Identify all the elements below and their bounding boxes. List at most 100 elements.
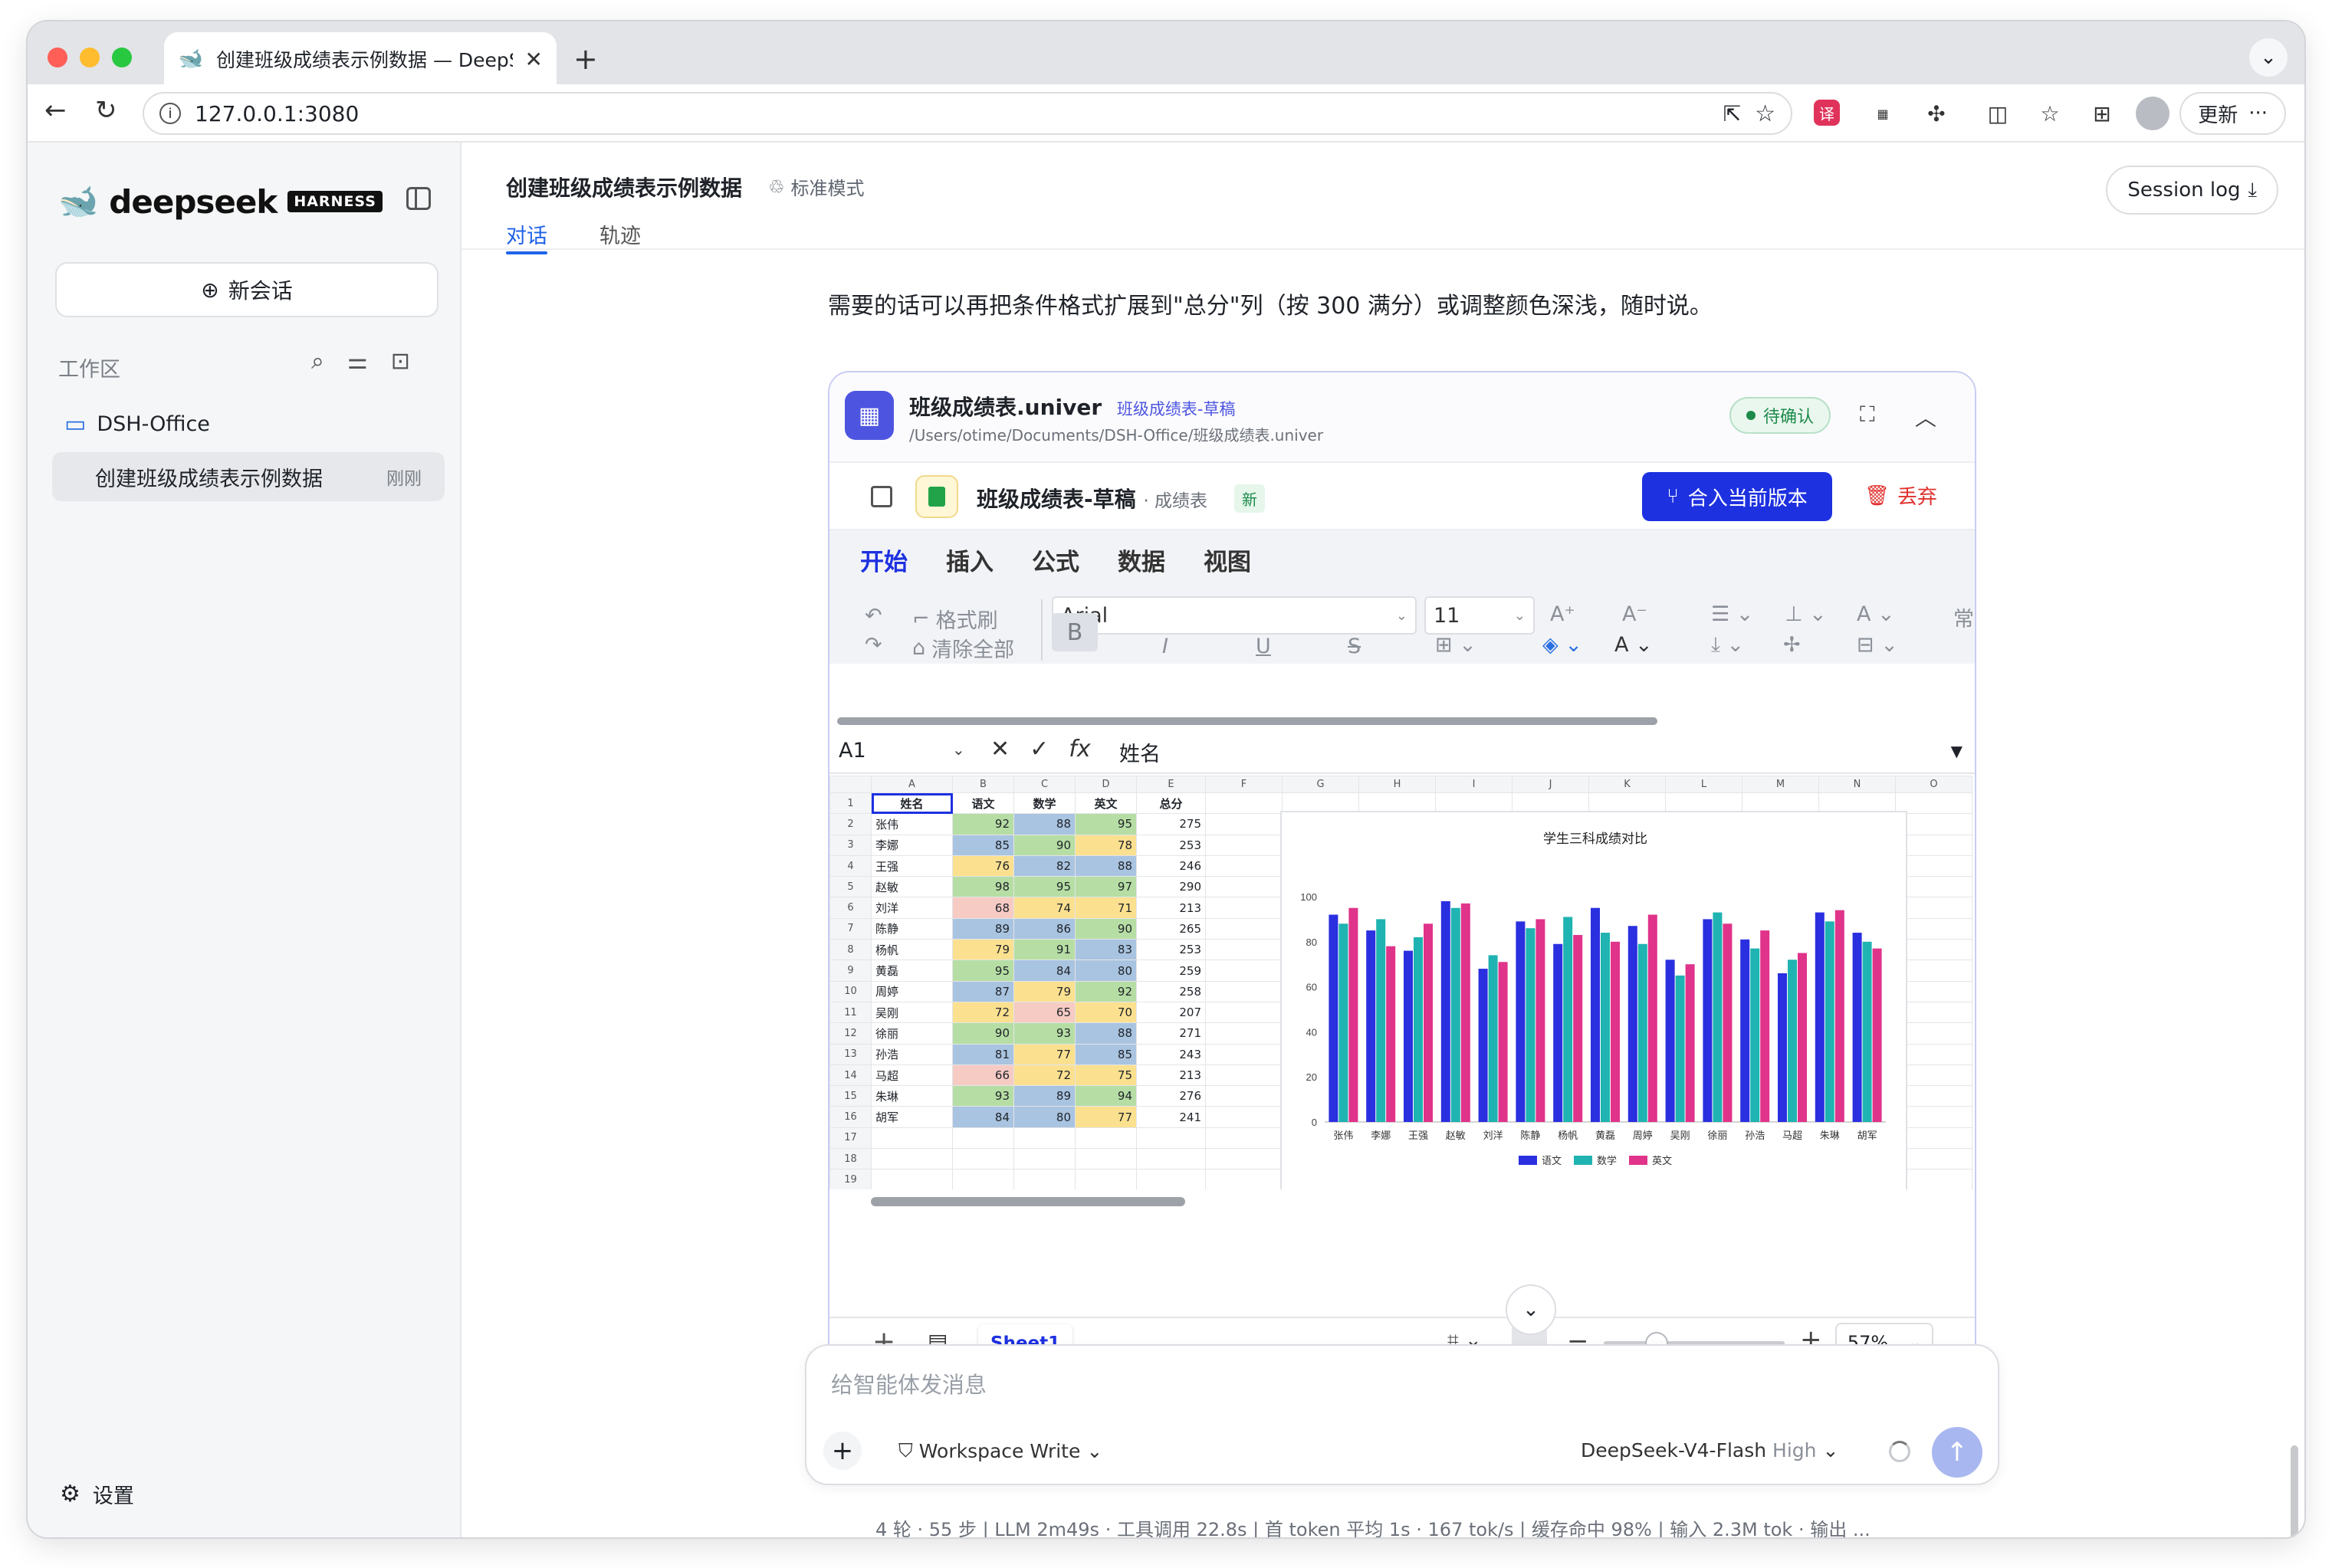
add-folder-icon[interactable]: ⊡ — [391, 348, 410, 375]
score-cell[interactable]: 95 — [1013, 876, 1076, 898]
close-window-button[interactable] — [48, 48, 67, 67]
sheet-grid[interactable]: A B C D E F G H I J K L M N O 1 姓名 语文 数学 英文 总分 2 张伟 92 88 95 275 3 李… — [829, 776, 1975, 1189]
text-color-icon[interactable]: A ⌄ — [1857, 602, 1895, 626]
name-cell[interactable]: 徐丽 — [871, 1022, 953, 1045]
mode-indicator[interactable]: ♲ 标准模式 — [768, 173, 865, 200]
scroll-down-chevron-icon[interactable]: ⌄ — [1506, 1284, 1556, 1335]
empty-cell[interactable] — [1075, 1127, 1137, 1150]
name-cell[interactable]: 杨帆 — [871, 939, 953, 961]
score-cell[interactable]: 66 — [952, 1064, 1014, 1087]
rotate-text-icon[interactable]: ✢ — [1783, 633, 1801, 657]
total-cell[interactable]: 275 — [1136, 813, 1206, 835]
column-header[interactable]: M — [1742, 776, 1819, 793]
collapse-chevron-icon[interactable]: ︿ — [1915, 402, 1936, 432]
merge-version-button[interactable]: ⑂ 合入当前版本 — [1642, 472, 1832, 521]
empty-cell[interactable] — [1205, 1022, 1283, 1045]
column-header[interactable]: L — [1665, 776, 1742, 793]
fullscreen-icon[interactable]: ⛶ — [1860, 402, 1875, 428]
tab-search-button[interactable]: ⌄ — [2249, 38, 2288, 77]
column-header[interactable]: K — [1588, 776, 1666, 793]
column-header[interactable]: J — [1512, 776, 1589, 793]
name-cell[interactable]: 孙浩 — [871, 1043, 953, 1065]
empty-cell[interactable] — [871, 1169, 953, 1189]
empty-cell[interactable] — [1205, 1064, 1283, 1087]
score-cell[interactable]: 65 — [1013, 1001, 1076, 1024]
menu-home[interactable]: 开始 — [860, 543, 908, 577]
empty-cell[interactable] — [1205, 813, 1283, 835]
score-cell[interactable]: 85 — [1075, 1043, 1137, 1065]
total-cell[interactable]: 253 — [1136, 939, 1206, 961]
borders-icon[interactable]: ⊞ ⌄ — [1435, 633, 1476, 657]
score-cell[interactable]: 84 — [1013, 959, 1076, 982]
empty-cell[interactable] — [1136, 1148, 1206, 1170]
score-cell[interactable]: 94 — [1075, 1085, 1137, 1107]
empty-cell[interactable] — [1205, 1085, 1283, 1107]
sheet-scrollbar[interactable] — [871, 1197, 1185, 1206]
score-cell[interactable]: 88 — [1075, 855, 1137, 877]
empty-cell[interactable] — [1205, 855, 1283, 877]
score-cell[interactable]: 80 — [1075, 959, 1137, 982]
row-header[interactable]: 7 — [829, 917, 872, 940]
score-cell[interactable]: 93 — [1013, 1022, 1076, 1045]
empty-cell[interactable] — [952, 1148, 1014, 1170]
undo-icon[interactable]: ↶ — [865, 604, 882, 628]
score-cell[interactable]: 87 — [952, 980, 1014, 1002]
row-header[interactable]: 12 — [829, 1022, 872, 1045]
panel-toggle-icon[interactable] — [871, 486, 892, 507]
vertical-align-icon[interactable]: ⊥ ⌄ — [1785, 602, 1827, 626]
column-header[interactable]: D — [1075, 776, 1137, 793]
header-cell[interactable]: 总分 — [1136, 792, 1206, 815]
score-cell[interactable]: 89 — [1013, 1085, 1076, 1107]
translate-extension-icon[interactable]: 译 — [1814, 100, 1840, 126]
score-cell[interactable]: 95 — [952, 959, 1014, 982]
score-cell[interactable]: 72 — [952, 1001, 1014, 1024]
empty-cell[interactable] — [1205, 959, 1283, 982]
score-cell[interactable]: 91 — [1013, 939, 1076, 961]
align-left-icon[interactable]: ☰ ⌄ — [1711, 602, 1753, 626]
folder-item[interactable]: ▭ DSH-Office — [64, 411, 210, 438]
puzzle-extension-icon[interactable]: ✣ — [1920, 97, 1953, 130]
score-cell[interactable]: 88 — [1075, 1022, 1137, 1045]
font-size-select[interactable]: 11 ⌄ — [1424, 596, 1535, 635]
score-cell[interactable]: 80 — [1013, 1106, 1076, 1128]
score-cell[interactable]: 75 — [1075, 1064, 1137, 1087]
empty-cell[interactable] — [871, 1148, 953, 1170]
score-cell[interactable]: 86 — [1013, 917, 1076, 940]
bold-button[interactable]: B — [1052, 613, 1098, 651]
score-cell[interactable]: 97 — [1075, 876, 1137, 898]
redo-icon[interactable]: ↷ — [865, 633, 882, 657]
send-button[interactable]: ↑ — [1932, 1427, 1982, 1478]
total-cell[interactable]: 259 — [1136, 959, 1206, 982]
score-cell[interactable]: 81 — [952, 1043, 1014, 1065]
message-input[interactable]: 给智能体发消息 — [831, 1367, 987, 1399]
empty-cell[interactable] — [1205, 834, 1283, 856]
name-cell[interactable]: 陈静 — [871, 917, 953, 940]
menu-view[interactable]: 视图 — [1204, 543, 1251, 577]
new-tab-button[interactable]: + — [573, 44, 598, 74]
column-header[interactable]: B — [952, 776, 1014, 793]
name-cell[interactable]: 黄磊 — [871, 959, 953, 982]
permission-mode-select[interactable]: ⛉ Workspace Write ⌄ — [898, 1439, 1102, 1462]
header-cell[interactable]: 数学 — [1013, 792, 1076, 815]
column-header[interactable]: E — [1136, 776, 1206, 793]
font-color-icon[interactable]: A ⌄ — [1614, 633, 1653, 657]
increase-font-icon[interactable]: A⁺ — [1550, 602, 1575, 626]
row-header[interactable]: 3 — [829, 834, 872, 856]
close-tab-icon[interactable]: ✕ — [525, 47, 543, 72]
empty-cell[interactable] — [1205, 876, 1283, 898]
score-cell[interactable]: 72 — [1013, 1064, 1076, 1087]
more-format-truncated[interactable]: 常 — [1953, 602, 1974, 632]
ribbon-scrollbar[interactable] — [837, 717, 1657, 725]
empty-cell[interactable] — [1205, 1001, 1283, 1024]
back-arrow-icon[interactable]: ← — [44, 95, 67, 126]
empty-cell[interactable] — [952, 1169, 1014, 1189]
page-scrollbar[interactable] — [2291, 1445, 2298, 1537]
name-cell[interactable]: 胡军 — [871, 1106, 953, 1128]
score-cell[interactable]: 77 — [1013, 1043, 1076, 1065]
score-cell[interactable]: 92 — [952, 813, 1014, 835]
cancel-icon[interactable]: ✕ — [990, 736, 1010, 763]
empty-cell[interactable] — [1205, 1169, 1283, 1189]
corner-cell[interactable] — [829, 776, 872, 793]
score-cell[interactable]: 79 — [952, 939, 1014, 961]
share-icon[interactable]: ⇱ — [1723, 101, 1741, 126]
